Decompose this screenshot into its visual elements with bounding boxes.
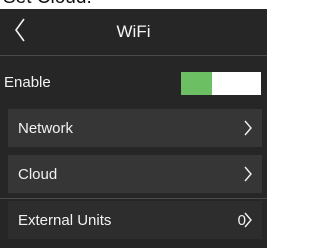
- chevron-right-icon: [244, 120, 252, 136]
- enable-toggle[interactable]: [181, 72, 261, 95]
- menu-item-label: Cloud: [18, 166, 58, 183]
- menu-item-label: External Units: [18, 212, 112, 229]
- header-divider: [0, 55, 267, 56]
- menu-item-network[interactable]: Network: [8, 109, 262, 147]
- menu-item-external-units[interactable]: External Units 0: [8, 201, 262, 239]
- page-title: WiFi: [116, 22, 151, 41]
- enable-row: Enable: [0, 57, 267, 105]
- enable-label: Enable: [4, 74, 51, 91]
- chevron-right-icon: [244, 166, 252, 182]
- title-bar: WiFi: [0, 9, 267, 55]
- chevron-right-icon: [244, 212, 252, 228]
- menu-item-label: Network: [18, 120, 74, 137]
- wifi-settings-screen: WiFi Enable Network Cloud External Units…: [0, 9, 267, 248]
- cropped-caption: Set Cloud:: [3, 0, 92, 8]
- menu-divider: [0, 198, 267, 199]
- menu-item-cloud[interactable]: Cloud: [8, 155, 262, 193]
- toggle-on-indicator: [181, 72, 212, 95]
